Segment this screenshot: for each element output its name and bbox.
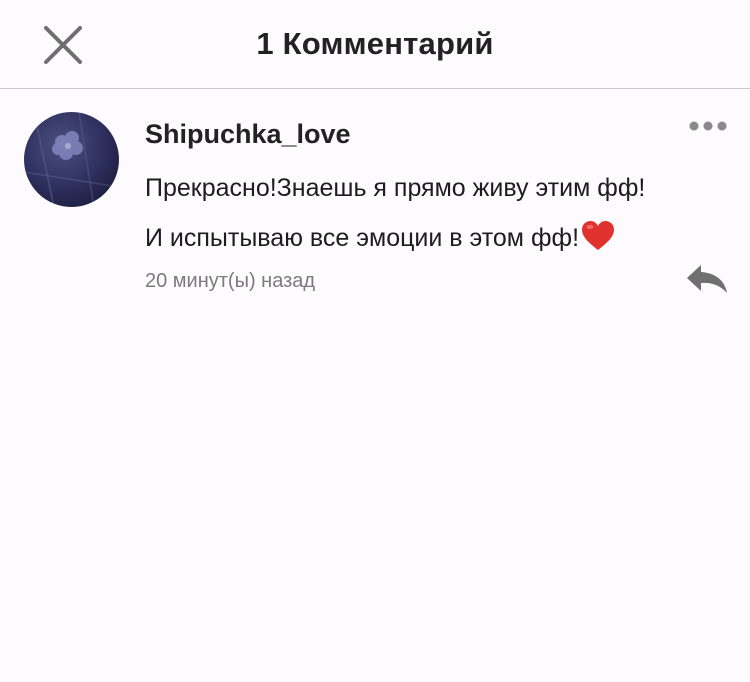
page-title: 1 Комментарий xyxy=(256,26,494,61)
comment-username[interactable]: Shipuchka_love xyxy=(145,119,351,150)
heart-emoji-icon xyxy=(581,220,615,252)
reply-button[interactable] xyxy=(684,262,730,296)
comment-text-line2: И испытываю все эмоции в этом фф! xyxy=(145,220,615,253)
avatar[interactable] xyxy=(24,112,119,207)
more-options-button[interactable] xyxy=(684,116,732,136)
comment-text-line1: Прекрасно!Знаешь я прямо живу этим фф! xyxy=(145,174,646,202)
reply-arrow-icon xyxy=(687,265,727,293)
comment-timestamp: 20 минут(ы) назад xyxy=(145,270,316,292)
comment-text-line2-text: И испытываю все эмоции в этом фф! xyxy=(145,224,580,252)
more-dots-icon xyxy=(689,121,727,131)
header-bar: 1 Комментарий xyxy=(0,0,750,89)
avatar-image xyxy=(24,112,119,207)
comment-item: Shipuchka_love Прекрасно!Знаешь я прямо … xyxy=(0,90,750,310)
